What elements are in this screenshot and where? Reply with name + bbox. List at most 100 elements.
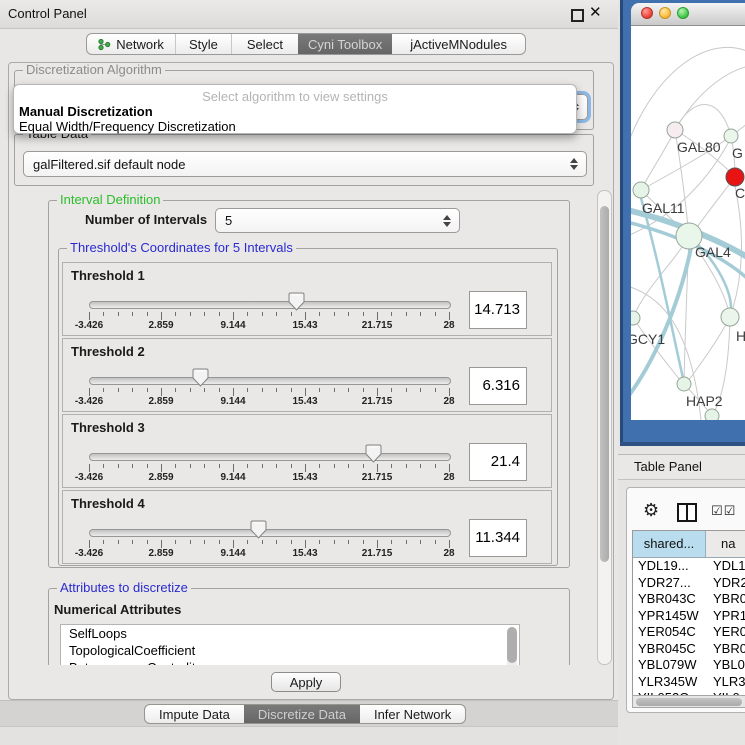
- tab-cyni-toolbox[interactable]: Cyni Toolbox: [298, 34, 392, 54]
- number-of-intervals-label: Number of Intervals: [85, 212, 207, 227]
- table-data-combobox[interactable]: galFiltered.sif default node: [23, 151, 587, 177]
- select-columns-icon[interactable]: ☑☑: [711, 503, 736, 519]
- network-node[interactable]: [705, 409, 719, 420]
- threshold-label: Threshold 1: [71, 268, 145, 283]
- threshold-value-field[interactable]: 14.713: [469, 291, 527, 329]
- network-node[interactable]: [721, 308, 739, 326]
- threshold-value-field[interactable]: 11.344: [469, 519, 527, 557]
- settings-vertical-scrollbar[interactable]: [597, 190, 612, 665]
- slider-handle[interactable]: [288, 292, 305, 311]
- threshold-panel-3: Threshold 3-3.4262.8599.14415.4321.71528…: [62, 414, 552, 488]
- column-layout-icon[interactable]: [677, 503, 697, 522]
- cell-shared-name: YDL19...: [633, 558, 706, 575]
- network-node[interactable]: [667, 122, 683, 138]
- table-row[interactable]: YBR045CYBR0: [633, 641, 745, 658]
- close-window-icon[interactable]: [641, 7, 653, 19]
- cell-shared-name: YLR345W: [633, 674, 706, 691]
- apply-button[interactable]: Apply: [271, 672, 341, 692]
- tab-infer-network[interactable]: Infer Network: [360, 705, 465, 723]
- node-label-hap2: HAP2: [686, 393, 723, 409]
- slider-track[interactable]: [89, 453, 451, 461]
- control-panel: Control Panel ✕ NetworkStyleSelectCyni T…: [0, 0, 618, 745]
- tab-jactivemnodules[interactable]: jActiveMNodules: [392, 34, 525, 54]
- column-header-name[interactable]: na: [706, 531, 745, 557]
- threshold-panel-4: Threshold 4-3.4262.8599.14415.4321.71528…: [62, 490, 552, 564]
- table-row[interactable]: YDL19...YDL1: [633, 558, 745, 575]
- tab-style[interactable]: Style: [175, 34, 231, 54]
- tick-label: 28: [443, 548, 454, 559]
- attribute-item-betweennesscentrality[interactable]: BetweennessCentrality: [61, 659, 519, 665]
- network-node[interactable]: [724, 129, 738, 143]
- threshold-value-field[interactable]: 21.4: [469, 443, 527, 481]
- node-label-g: G: [732, 145, 743, 161]
- table-row[interactable]: YBR043CYBR0: [633, 591, 745, 608]
- tick-label: 2.859: [148, 472, 173, 483]
- table-horizontal-scrollbar[interactable]: [632, 695, 745, 708]
- attribute-item-selfloops[interactable]: SelfLoops: [61, 625, 519, 642]
- table-data-group: Table Data galFiltered.sif default node: [14, 134, 594, 186]
- slider-handle[interactable]: [192, 368, 209, 387]
- slider-track[interactable]: [89, 301, 451, 309]
- table-row[interactable]: YBL079WYBL0: [633, 657, 745, 674]
- float-panel-icon[interactable]: [571, 9, 584, 22]
- tick-label: -3.426: [75, 472, 103, 483]
- cell-shared-name: YBR043C: [633, 591, 706, 608]
- tick-label: 9.144: [220, 320, 245, 331]
- node-label-gal80: GAL80: [677, 139, 721, 155]
- threshold-value-field[interactable]: 6.316: [469, 367, 527, 405]
- network-view-canvas[interactable]: GAL80GCGAL11GAL4GCY1HHAP2: [631, 26, 745, 420]
- tick-label: 21.715: [362, 320, 393, 331]
- table-row[interactable]: YLR345WYLR3: [633, 674, 745, 691]
- threshold-label: Threshold 4: [71, 496, 145, 511]
- tick-label: 28: [443, 396, 454, 407]
- tick-label: 2.859: [148, 320, 173, 331]
- network-node[interactable]: [677, 377, 691, 391]
- scrollbar-thumb[interactable]: [600, 206, 609, 562]
- application-root: Control Panel ✕ NetworkStyleSelectCyni T…: [0, 0, 745, 745]
- close-panel-icon[interactable]: ✕: [589, 4, 602, 22]
- scrollbar-thumb[interactable]: [636, 698, 742, 706]
- tab-discretize-data[interactable]: Discretize Data: [244, 705, 360, 723]
- number-of-intervals-combobox[interactable]: 5: [215, 208, 460, 233]
- popup-item-manual-discretization[interactable]: Manual Discretization: [19, 104, 153, 119]
- node-label-gal11: GAL11: [642, 200, 685, 216]
- slider-handle[interactable]: [250, 520, 267, 539]
- table-row[interactable]: YDR27...YDR2: [633, 575, 745, 592]
- cell-name: YBR0: [706, 641, 745, 658]
- network-node[interactable]: [726, 168, 744, 186]
- algorithm-dropdown-popup: Select algorithm to view settings Manual…: [13, 84, 577, 134]
- tab-label: Select: [247, 37, 283, 52]
- slider-track[interactable]: [89, 377, 451, 385]
- network-node[interactable]: [633, 182, 649, 198]
- tab-network[interactable]: Network: [87, 34, 175, 54]
- node-label-gcy1: GCY1: [631, 331, 665, 347]
- slider-track[interactable]: [89, 529, 451, 537]
- threshold-label: Threshold 2: [71, 344, 145, 359]
- popup-item-equal-width-frequency[interactable]: Equal Width/Frequency Discretization: [19, 119, 236, 134]
- table-row[interactable]: YER054CYER0: [633, 624, 745, 641]
- tick-label: -3.426: [75, 548, 103, 559]
- attribute-item-topologicalcoefficient[interactable]: TopologicalCoefficient: [61, 642, 519, 659]
- top-tab-bar: NetworkStyle Select Cyni ToolboxjActiveMNo…: [86, 33, 526, 55]
- tab-impute-data[interactable]: Impute Data: [145, 705, 244, 723]
- network-node[interactable]: [631, 311, 640, 325]
- minimize-window-icon[interactable]: [659, 7, 671, 19]
- gear-icon[interactable]: ⚙: [643, 500, 659, 520]
- attributes-list-scrollbar[interactable]: [507, 627, 517, 665]
- tick-label: 21.715: [362, 396, 393, 407]
- numerical-attributes-list[interactable]: SelfLoopsTopologicalCoefficientBetweenne…: [60, 624, 520, 665]
- slider-handle[interactable]: [365, 444, 382, 463]
- zoom-window-icon[interactable]: [677, 7, 689, 19]
- table-row[interactable]: YPR145WYPR1: [633, 608, 745, 625]
- network-window-frame-bottom: [620, 442, 745, 446]
- column-header-shared-name[interactable]: shared...: [633, 531, 706, 557]
- node-table: shared... na YDL19...YDL1YDR27...YDR2YBR…: [632, 530, 745, 697]
- cell-shared-name: YPR145W: [633, 608, 706, 625]
- settings-viewport: Interval Definition Number of Intervals …: [14, 190, 597, 665]
- group-title: Interval Definition: [57, 193, 163, 207]
- cell-shared-name: YDR27...: [633, 575, 706, 592]
- tab-select[interactable]: Select: [231, 34, 298, 54]
- tick-label: 15.43: [292, 548, 317, 559]
- bottom-strip: [0, 726, 618, 745]
- tick-label: 2.859: [148, 548, 173, 559]
